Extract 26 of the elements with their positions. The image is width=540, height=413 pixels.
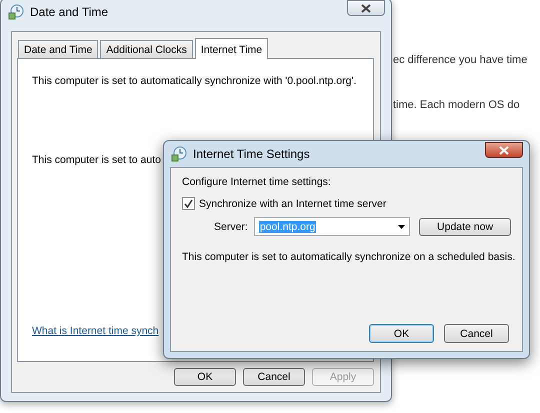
close-icon (499, 146, 509, 154)
sync-checkbox[interactable] (182, 197, 195, 210)
page-text: ec difference you have time (393, 54, 528, 66)
help-link[interactable]: What is Internet time synch (32, 325, 159, 337)
checkbox-label: Synchronize with an Internet time server (199, 198, 386, 210)
close-icon (361, 4, 371, 12)
clock-icon (8, 4, 24, 20)
server-label: Server: (214, 220, 248, 232)
tab[interactable]: Date and Time (18, 40, 98, 58)
cancel-button[interactable]: Cancel (444, 324, 509, 343)
status-text: This computer is set to auto (32, 154, 161, 166)
window-title: Date and Time (30, 5, 108, 19)
status-text: This computer is set to automatically synchronize with '0.pool.ntp.org'. (32, 75, 356, 87)
close-button[interactable] (485, 142, 523, 158)
status-text: This computer is set to automatically synchronize on a scheduled basis. (182, 251, 516, 263)
dialog-title: Internet Time Settings (193, 147, 310, 161)
clock-icon (171, 146, 187, 162)
close-button[interactable] (347, 0, 385, 16)
ok-button[interactable]: OK (369, 324, 434, 343)
cancel-button[interactable]: Cancel (243, 368, 305, 386)
page-text: time. Each modern OS do (393, 99, 520, 111)
update-now-button[interactable]: Update now (419, 218, 511, 236)
ok-button[interactable]: OK (174, 368, 236, 386)
tab[interactable]: Internet Time (194, 38, 268, 59)
section-heading: Configure Internet time settings: (182, 176, 331, 188)
tab[interactable]: Additional Clocks (100, 40, 193, 58)
